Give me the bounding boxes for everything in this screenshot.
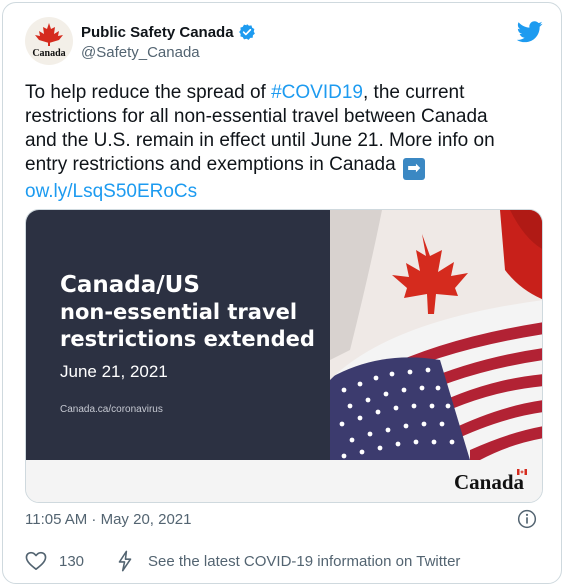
display-name[interactable]: Public Safety Canada bbox=[81, 24, 234, 41]
tweet-line: and the U.S. remain in effect until June… bbox=[25, 130, 495, 151]
media-title-line: Canada/US bbox=[60, 272, 200, 298]
media-footer-bar: Canada bbox=[26, 460, 542, 502]
info-icon[interactable] bbox=[517, 509, 537, 529]
tweet-text: To help reduce the spread of #COVID19, t… bbox=[25, 81, 545, 204]
heart-icon[interactable] bbox=[25, 551, 47, 571]
canada-wordmark: Canada bbox=[453, 470, 524, 494]
covid-info-link[interactable]: See the latest COVID-19 information on T… bbox=[148, 553, 460, 570]
right-arrow-emoji: ➡ bbox=[402, 158, 425, 180]
media-date: June 21, 2021 bbox=[60, 362, 168, 381]
name-row: Public Safety Canada bbox=[81, 23, 256, 41]
avatar[interactable]: Canada bbox=[25, 17, 73, 65]
tweet-line: To help reduce the spread of #COVID19, t… bbox=[25, 81, 545, 105]
tweet-text-segment: entry restrictions and exemptions in Can… bbox=[25, 154, 396, 175]
tweet-line: restrictions for all non-essential trave… bbox=[25, 106, 488, 127]
timestamp[interactable]: 11:05 AM · May 20, 2021 bbox=[25, 511, 192, 528]
handle[interactable]: @Safety_Canada bbox=[81, 44, 200, 61]
lightning-icon bbox=[118, 550, 132, 572]
media-url: Canada.ca/coronavirus bbox=[60, 404, 163, 415]
verified-badge-icon bbox=[238, 24, 255, 40]
tweet-card: Canada Public Safety Canada @Safety_Cana… bbox=[2, 2, 562, 584]
flags-illustration bbox=[330, 210, 542, 460]
twitter-bird-icon[interactable] bbox=[517, 21, 543, 43]
actions-row: 130 See the latest COVID-19 information … bbox=[25, 549, 460, 573]
media-text-panel: Canada/US non-essential travel restricti… bbox=[26, 210, 330, 460]
media-title-line: restrictions extended bbox=[60, 327, 315, 351]
tweet-line: entry restrictions and exemptions in Can… bbox=[25, 153, 545, 180]
media-title: Canada/US non-essential travel restricti… bbox=[60, 272, 340, 353]
tweet-text-segment: , the current bbox=[362, 82, 465, 103]
like-count[interactable]: 130 bbox=[59, 553, 84, 570]
tweet-link[interactable]: ow.ly/LsqS50ERoCs bbox=[25, 180, 545, 204]
tweet-text-segment: To help reduce the spread of bbox=[25, 82, 272, 103]
avatar-wordmark: Canada bbox=[32, 48, 66, 59]
media-title-line: non-essential travel bbox=[60, 300, 298, 324]
media-image[interactable]: Canada/US non-essential travel restricti… bbox=[25, 209, 543, 503]
hashtag-link[interactable]: #COVID19 bbox=[271, 82, 363, 103]
